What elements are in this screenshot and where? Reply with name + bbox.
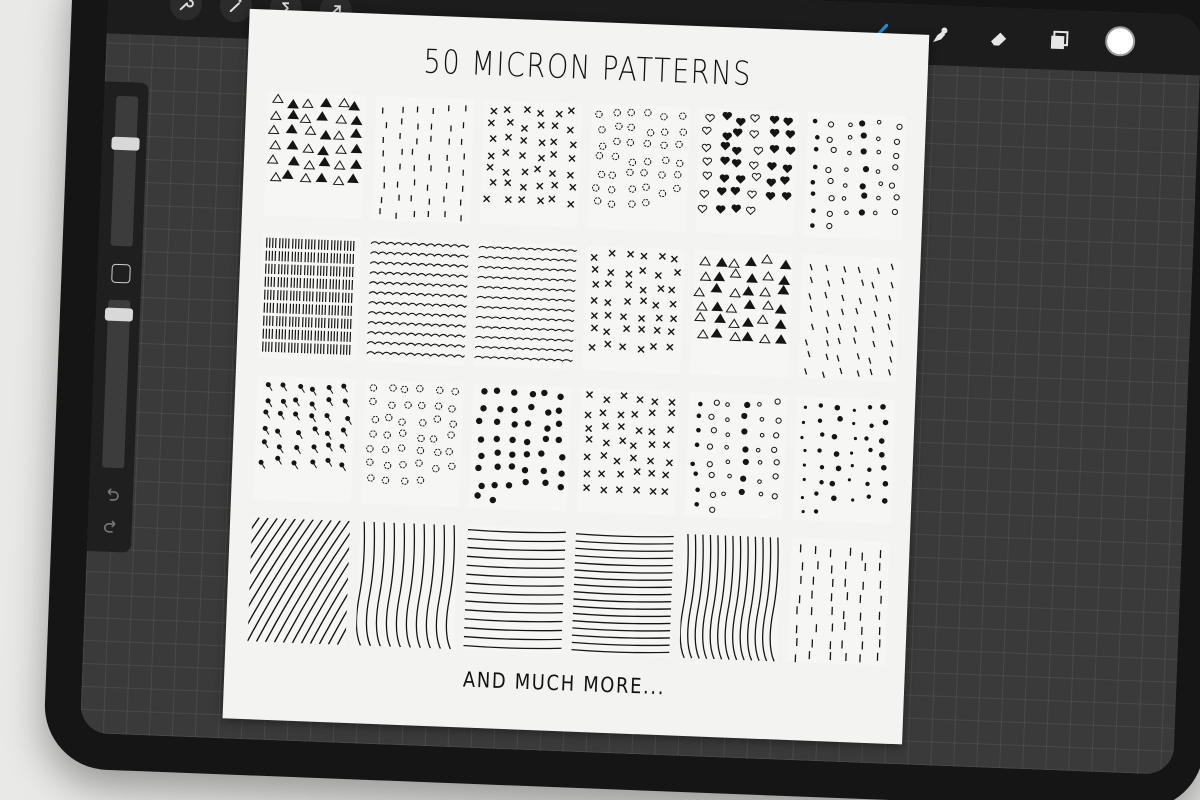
opacity-thumb[interactable] <box>104 307 134 322</box>
pattern-hatched-squares <box>262 237 355 355</box>
pattern-tile <box>479 99 583 228</box>
pattern-tile <box>463 525 567 654</box>
pattern-tile <box>371 95 475 224</box>
pattern-tile <box>355 521 459 650</box>
pattern-tile <box>571 529 674 658</box>
pattern-tile <box>792 396 896 524</box>
redo-icon[interactable] <box>100 517 121 538</box>
pattern-dashes <box>379 105 467 222</box>
pattern-loops-rows <box>366 241 476 359</box>
pattern-crosses-small <box>483 106 577 208</box>
magic-wand-icon[interactable] <box>219 0 253 23</box>
brush-size-slider[interactable] <box>110 95 139 247</box>
pattern-squiggles-letters <box>592 108 687 208</box>
pattern-horizontal-dense <box>571 533 674 654</box>
pattern-tile <box>787 538 890 666</box>
pattern-tile <box>174 516 440 647</box>
pattern-tile <box>474 241 584 370</box>
artwork-canvas[interactable]: 50 MICRON PATTERNS AND MUCH MORE... <box>174 8 930 745</box>
pattern-tile <box>803 112 907 241</box>
pattern-tile <box>468 383 572 512</box>
pattern-diagonal-lines <box>174 516 440 647</box>
pattern-tile <box>587 104 691 232</box>
pattern-triangles-dots <box>693 254 792 344</box>
pattern-short-dashes <box>804 263 894 378</box>
pattern-tile <box>263 91 367 220</box>
pattern-tile <box>366 237 476 366</box>
pattern-triangles-striped <box>266 93 363 186</box>
layers-icon[interactable] <box>1038 19 1080 61</box>
pattern-tile <box>258 233 362 362</box>
pattern-tile <box>797 254 901 382</box>
pattern-tile <box>576 387 680 516</box>
pattern-dash-columns <box>794 544 882 663</box>
wrench-icon[interactable] <box>169 0 203 21</box>
tablet-frame: 50 MICRON PATTERNS AND MUCH MORE... <box>42 0 1200 800</box>
pattern-dots-scatter <box>800 403 889 514</box>
pattern-hearts <box>697 111 796 216</box>
pattern-tile <box>360 379 464 508</box>
pattern-lollipops <box>258 382 352 472</box>
pattern-tile <box>695 108 799 236</box>
undo-icon[interactable] <box>102 486 123 507</box>
pattern-tile <box>582 245 685 374</box>
eraser-icon[interactable] <box>978 17 1020 59</box>
pattern-horizontal-lines <box>463 528 566 650</box>
pattern-circles-dots <box>690 398 782 513</box>
canvas-title: 50 MICRON PATTERNS <box>422 41 753 94</box>
color-picker[interactable] <box>1104 25 1136 57</box>
pattern-tile <box>252 375 356 504</box>
canvas-footer: AND MUCH MORE... <box>462 667 666 700</box>
pattern-x-marks <box>588 249 682 353</box>
procreate-screen: 50 MICRON PATTERNS AND MUCH MORE... <box>79 0 1200 775</box>
pattern-vertical-wavy <box>355 521 456 650</box>
pattern-flowers <box>366 384 459 485</box>
modify-square-icon[interactable] <box>111 263 131 284</box>
pattern-tile <box>679 533 782 662</box>
pattern-blobs <box>474 387 566 504</box>
brush-size-thumb[interactable] <box>111 136 140 151</box>
pattern-tile <box>690 250 793 378</box>
pattern-waves <box>474 245 584 363</box>
pattern-dots-circles <box>810 118 903 230</box>
pattern-stars <box>583 390 676 496</box>
left-sidebar <box>86 81 149 553</box>
pattern-tile <box>684 391 788 520</box>
opacity-slider[interactable] <box>102 299 131 469</box>
pattern-vertical-dense <box>679 534 779 662</box>
